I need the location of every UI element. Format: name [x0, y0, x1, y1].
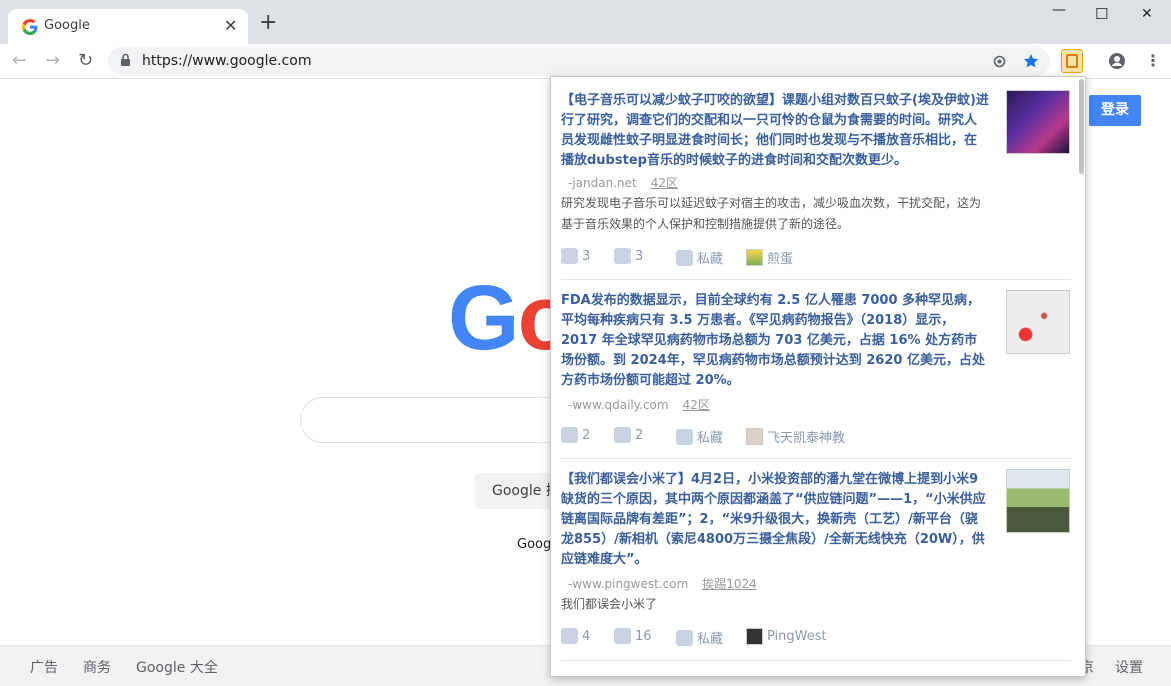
title-bar: Google ✕ + — ☐ ✕: [0, 0, 1171, 44]
browser-toolbar: ← → ↻ https://www.google.com ⋮: [0, 44, 1171, 79]
like-button[interactable]: 3: [561, 248, 590, 264]
news-meta: -www.pingwest.com 挨踢1024: [568, 575, 757, 592]
tab-close-icon[interactable]: ✕: [224, 16, 237, 35]
menu-kebab-icon[interactable]: ⋮: [1145, 51, 1161, 70]
thumbs-up-icon: [561, 427, 578, 443]
user-link[interactable]: 飞天凯泰神教: [746, 427, 845, 446]
reload-button[interactable]: ↻: [78, 50, 93, 71]
footer-ads-link[interactable]: 广告: [30, 657, 58, 677]
logo-letter-g: G: [448, 267, 520, 369]
thumbs-up-icon: [561, 248, 578, 264]
news-meta: -www.qdaily.com 42区: [568, 396, 710, 413]
bookmark-star-icon[interactable]: [1023, 53, 1039, 69]
comment-button[interactable]: 3: [614, 248, 643, 264]
news-source: -www.pingwest.com: [568, 577, 689, 591]
news-tag[interactable]: 挨踢1024: [702, 577, 757, 591]
news-source: -www.qdaily.com: [568, 398, 669, 412]
news-thumbnail[interactable]: [1006, 90, 1070, 154]
news-item[interactable]: 【电子音乐可以减少蚊子叮咬的欲望】课题小组对数百只蚊子(埃及伊蚊)进行了研究，调…: [561, 90, 1071, 280]
news-thumbnail[interactable]: [1006, 469, 1070, 533]
news-thumbnail[interactable]: [1006, 290, 1070, 354]
fav-button[interactable]: 私藏: [676, 427, 723, 446]
comment-button[interactable]: 2: [614, 427, 643, 443]
news-summary: 我们都误会小米了: [561, 597, 658, 611]
heart-icon: [676, 629, 693, 646]
news-tag[interactable]: 42区: [651, 176, 678, 190]
like-button[interactable]: 2: [561, 427, 590, 443]
login-button[interactable]: 登录: [1089, 95, 1141, 126]
address-bar[interactable]: https://www.google.com: [108, 47, 1050, 76]
extension-icon[interactable]: [1061, 49, 1083, 73]
news-headline[interactable]: 【我们都误会小米了】4月2日，小米投资部的潘九堂在微博上提到小米9缺货的三个原因…: [561, 470, 989, 570]
news-headline[interactable]: 【电子音乐可以减少蚊子叮咬的欲望】课题小组对数百只蚊子(埃及伊蚊)进行了研究，调…: [561, 91, 989, 171]
tab-title: Google: [44, 18, 90, 33]
location-icon[interactable]: [992, 54, 1007, 69]
news-meta: -jandan.net 42区: [568, 174, 678, 191]
profile-icon[interactable]: [1108, 52, 1126, 70]
news-popup[interactable]: 【电子音乐可以减少蚊子叮咬的欲望】课题小组对数百只蚊子(埃及伊蚊)进行了研究，调…: [550, 76, 1086, 677]
url-text: https://www.google.com: [142, 53, 312, 69]
avatar: [746, 249, 763, 266]
heart-icon: [676, 249, 693, 266]
popup-scrollbar[interactable]: [1079, 79, 1084, 174]
user-link[interactable]: PingWest: [746, 628, 827, 645]
footer-all-link[interactable]: Google 大全: [136, 657, 218, 677]
lock-icon: [121, 53, 130, 66]
news-item[interactable]: 【我们都误会小米了】4月2日，小米投资部的潘九堂在微博上提到小米9缺货的三个原因…: [561, 469, 1071, 661]
fav-button[interactable]: 私藏: [676, 248, 723, 267]
footer-business-link[interactable]: 商务: [83, 657, 111, 677]
maximize-button[interactable]: ☐: [1095, 5, 1108, 23]
comment-icon: [614, 628, 631, 644]
avatar: [746, 628, 763, 645]
minimize-button[interactable]: —: [1052, 2, 1066, 18]
google-favicon-icon: [22, 19, 38, 35]
avatar: [746, 428, 763, 445]
new-tab-button[interactable]: +: [259, 12, 277, 34]
forward-button[interactable]: →: [45, 50, 60, 71]
fav-button[interactable]: 私藏: [676, 628, 723, 647]
heart-icon: [676, 428, 693, 445]
back-button[interactable]: ←: [12, 50, 27, 71]
user-link[interactable]: 煎蛋: [746, 248, 793, 267]
like-button[interactable]: 4: [561, 628, 590, 644]
news-item[interactable]: FDA发布的数据显示，目前全球约有 2.5 亿人罹患 7000 多种罕见病，平均…: [561, 290, 1071, 459]
window-close-button[interactable]: ✕: [1141, 6, 1153, 22]
tab-google[interactable]: Google ✕: [8, 9, 248, 44]
news-headline[interactable]: FDA发布的数据显示，目前全球约有 2.5 亿人罹患 7000 多种罕见病，平均…: [561, 291, 989, 391]
thumbs-up-icon: [561, 628, 578, 644]
comment-icon: [614, 427, 631, 443]
footer-settings-link[interactable]: 设置: [1115, 657, 1143, 677]
news-summary: 研究发现电子音乐可以延迟蚊子对宿主的攻击，减少吸血次数，干扰交配，这为基于音乐效…: [561, 196, 982, 231]
news-tag[interactable]: 42区: [683, 398, 710, 412]
comment-button[interactable]: 16: [614, 628, 652, 644]
news-source: -jandan.net: [568, 176, 637, 190]
comment-icon: [614, 248, 631, 264]
